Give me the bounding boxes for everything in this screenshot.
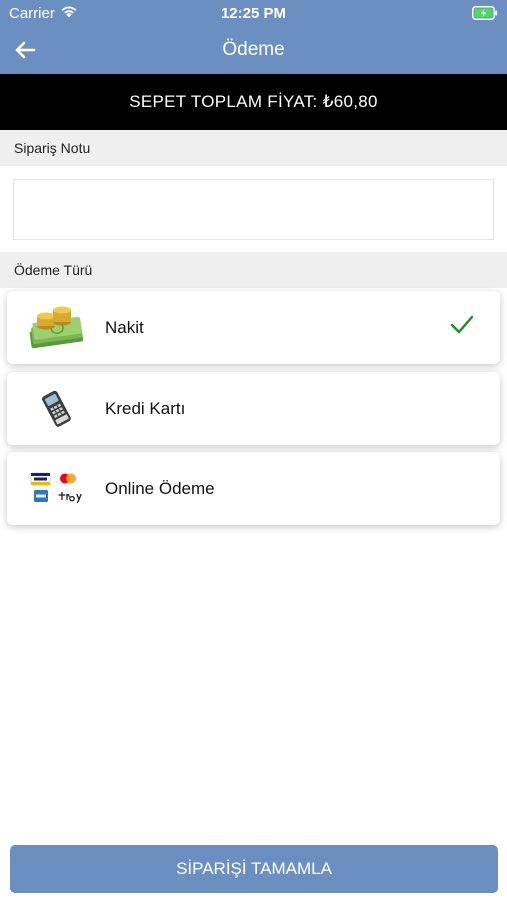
payment-type-header: Ödeme Türü [0, 252, 507, 288]
payment-type-label: Ödeme Türü [14, 262, 93, 278]
complete-order-label: SİPARİŞİ TAMAMLA [176, 859, 332, 878]
clock: 12:25 PM [220, 5, 287, 22]
cash-money-icon [7, 291, 105, 364]
complete-order-button[interactable]: SİPARİŞİ TAMAMLA [10, 845, 498, 893]
order-note-field[interactable] [13, 179, 494, 240]
payment-option-credit-card[interactable]: Kredi Kartı [7, 372, 500, 445]
nav-bar: Ödeme [0, 28, 507, 74]
battery-icon [472, 6, 498, 24]
pos-terminal-icon [7, 372, 105, 445]
order-note-input[interactable] [14, 180, 493, 239]
order-note-header: Sipariş Notu [0, 130, 507, 166]
cart-total-bar: SEPET TOPLAM FİYAT: ₺60,80 [0, 74, 507, 130]
order-note-label: Sipariş Notu [14, 140, 91, 156]
checkmark-icon [450, 315, 474, 340]
cart-total-text: SEPET TOPLAM FİYAT: ₺60,80 [129, 92, 378, 111]
payment-option-label: Kredi Kartı [105, 398, 186, 418]
payment-screen: Carrier 12:25 PM Ödeme SEPET TOPLAM FİYA… [0, 0, 507, 900]
payment-option-online[interactable]: Online Ödeme [7, 452, 500, 525]
card-logos-icon [7, 452, 105, 525]
payment-option-label: Online Ödeme [105, 478, 215, 498]
page-title: Ödeme [222, 39, 285, 60]
payment-option-cash[interactable]: Nakit [7, 291, 500, 364]
top-bar: Carrier 12:25 PM Ödeme [0, 0, 507, 74]
status-bar: Carrier 12:25 PM [0, 0, 507, 28]
payment-option-label: Nakit [105, 317, 144, 337]
